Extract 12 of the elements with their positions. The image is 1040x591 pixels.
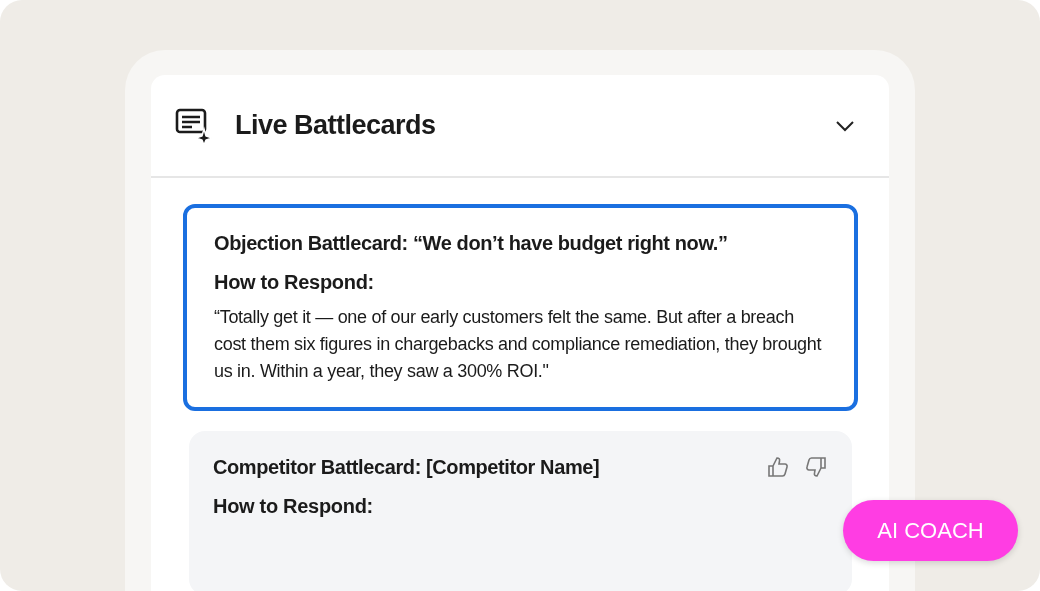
card-subtitle: How to Respond: — [213, 495, 374, 518]
card-title: Competitor Battlecard: [Competitor Name] — [213, 455, 601, 479]
card-subtitle: How to Respond: — [214, 271, 375, 294]
thumbs-down-icon[interactable] — [804, 455, 828, 479]
battlecard[interactable] — [183, 204, 858, 411]
card-title: Objection Battlecard: “We don’t have budget right now.” — [214, 232, 729, 255]
card-sparkle-icon — [175, 106, 213, 145]
thumbs-up-icon[interactable] — [766, 455, 790, 479]
chevron-icon — [835, 119, 855, 132]
card-body: “Totally get it — one of our early customers felt the same. But after a breach cost them six figures in chargebacks and compliance remediation, they brought us in. Within a year, they saw a 300% ROI." — [214, 306, 823, 383]
battlecard[interactable]: Competitor Battlecard: [Competitor Name] How to Respond: — [189, 431, 852, 591]
panel-title: Live Battlecards — [235, 110, 437, 141]
